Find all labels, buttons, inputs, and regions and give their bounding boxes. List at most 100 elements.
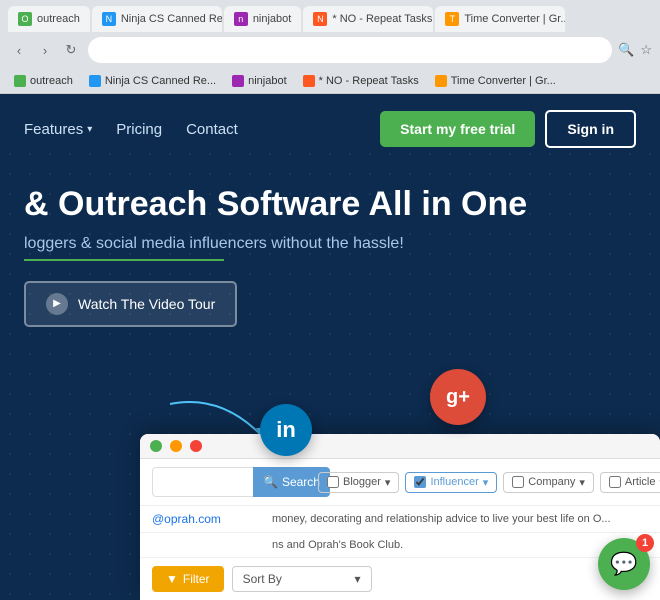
bookmark-label-no-repeat: * NO - Repeat Tasks [319,75,419,87]
tab-label-time-converter: Time Converter | Gr... [464,13,565,25]
browser-chrome: O outreach N Ninja CS Canned Re... n nin… [0,0,660,94]
blogger-label: Blogger [343,476,381,488]
omnibox[interactable] [88,37,612,63]
article-label: Article [625,476,656,488]
site-navigation: Features ▾ Pricing Contact Start my free… [0,94,660,164]
row-description: money, decorating and relationship advic… [272,513,648,525]
hero-section: & Outreach Software All in One loggers &… [0,164,660,343]
tab-ninjabot[interactable]: n ninjabot [224,6,302,32]
forward-button[interactable]: › [34,39,56,61]
chat-icon: 💬 [610,551,637,577]
filter-icon: ▼ [166,572,178,586]
linkedin-icon[interactable]: in [260,404,312,456]
bookmark-ninja[interactable]: Ninja CS Canned Re... [83,73,222,89]
omnibox-bar: ‹ › ↻ 🔍 ☆ [0,32,660,68]
dashboard-preview: 🔍 Search Blogger ▾ Influencer ▾ Company … [140,434,660,600]
nav-buttons: ‹ › ↻ [8,39,82,61]
bookmark-label-ninja: Ninja CS Canned Re... [105,75,216,87]
sort-label: Sort By [243,572,282,586]
chevron-down-icon: ▾ [385,476,391,489]
filter-influencer[interactable]: Influencer ▾ [405,472,497,493]
search-icon: 🔍 [263,475,278,489]
table-row: @oprah.com money, decorating and relatio… [140,506,660,533]
hero-title: & Outreach Software All in One [24,184,636,225]
tab-favicon-time-converter: T [445,12,459,26]
bookmark-favicon-outreach [14,75,26,87]
nav-pricing-label: Pricing [116,121,162,138]
googleplus-symbol: g+ [446,386,470,409]
linkedin-letter: in [276,417,296,443]
tab-label-ninjabot: ninjabot [253,13,292,25]
window-dot-green [150,440,162,452]
chat-badge: 1 [636,534,654,552]
video-tour-button[interactable]: ▶ Watch The Video Tour [24,281,237,327]
omnibox-action-icons: 🔍 ☆ [618,42,652,58]
sort-select[interactable]: Sort By ▾ [232,566,372,592]
signin-button[interactable]: Sign in [545,110,636,148]
filter-btn-label: Filter [183,572,210,586]
bookmark-no-repeat[interactable]: * NO - Repeat Tasks [297,73,425,89]
googleplus-icon[interactable]: g+ [430,369,486,425]
table-row-2: ns and Oprah's Book Club. [140,533,660,558]
bookmark-favicon-no-repeat [303,75,315,87]
filter-blogger[interactable]: Blogger ▾ [318,472,399,493]
window-dot-red [190,440,202,452]
tab-favicon-ninjabot: n [234,12,248,26]
filter-button[interactable]: ▼ Filter [152,566,224,592]
hero-subtitle: loggers & social media influencers witho… [24,235,636,253]
tab-label-ninja: Ninja CS Canned Re... [121,13,222,25]
nav-contact-label: Contact [186,121,238,138]
tab-favicon-no-repeat: N [313,12,327,26]
chevron-down-icon: ▾ [483,476,489,489]
bookmark-label-outreach: outreach [30,75,73,87]
nav-contact[interactable]: Contact [186,121,238,138]
chevron-down-icon: ▾ [87,124,92,135]
bookmark-favicon-time-converter [435,75,447,87]
tab-bar: O outreach N Ninja CS Canned Re... n nin… [0,0,660,32]
chat-widget[interactable]: 💬 1 [598,538,650,590]
reload-button[interactable]: ↻ [60,39,82,61]
start-trial-button[interactable]: Start my free trial [380,111,535,147]
tab-ninja[interactable]: N Ninja CS Canned Re... [92,6,222,32]
search-input[interactable] [153,475,253,489]
search-icon[interactable]: 🔍 [618,42,634,58]
bookmark-label-time-converter: Time Converter | Gr... [451,75,556,87]
tab-no-repeat[interactable]: N * NO - Repeat Tasks [303,6,433,32]
row-description-2: ns and Oprah's Book Club. [272,539,648,551]
tab-label-outreach: outreach [37,13,80,25]
influencer-label: Influencer [430,476,478,488]
nav-links: Features ▾ Pricing Contact [24,121,380,138]
influencer-checkbox[interactable] [414,476,426,488]
back-button[interactable]: ‹ [8,39,30,61]
tab-time-converter[interactable]: T Time Converter | Gr... [435,6,565,32]
hero-underline [24,259,224,261]
nav-cta-area: Start my free trial Sign in [380,110,636,148]
dashboard-toolbar: 🔍 Search Blogger ▾ Influencer ▾ Company … [140,459,660,506]
article-checkbox[interactable] [609,476,621,488]
tab-outreach[interactable]: O outreach [8,6,90,32]
filter-company[interactable]: Company ▾ [503,472,594,493]
chevron-down-icon: ▾ [579,476,585,489]
row-email: @oprah.com [152,512,272,526]
nav-features[interactable]: Features ▾ [24,121,92,138]
bookmark-star-icon[interactable]: ☆ [640,42,652,58]
bookmark-bar: outreach Ninja CS Canned Re... ninjabot … [0,68,660,94]
dashboard-titlebar [140,434,660,459]
bookmark-ninjabot[interactable]: ninjabot [226,73,293,89]
play-icon: ▶ [46,293,68,315]
tab-favicon-ninja: N [102,12,116,26]
bookmark-favicon-ninjabot [232,75,244,87]
bookmark-outreach[interactable]: outreach [8,73,79,89]
company-label: Company [528,476,575,488]
company-checkbox[interactable] [512,476,524,488]
search-btn-label: Search [282,475,320,489]
bookmark-time-converter[interactable]: Time Converter | Gr... [429,73,562,89]
tab-favicon-outreach: O [18,12,32,26]
blogger-checkbox[interactable] [327,476,339,488]
nav-pricing[interactable]: Pricing [116,121,162,138]
tab-label-no-repeat: * NO - Repeat Tasks [332,13,432,25]
bookmark-favicon-ninja [89,75,101,87]
filter-article[interactable]: Article ▾ [600,472,660,493]
bookmark-label-ninjabot: ninjabot [248,75,287,87]
window-dot-orange [170,440,182,452]
